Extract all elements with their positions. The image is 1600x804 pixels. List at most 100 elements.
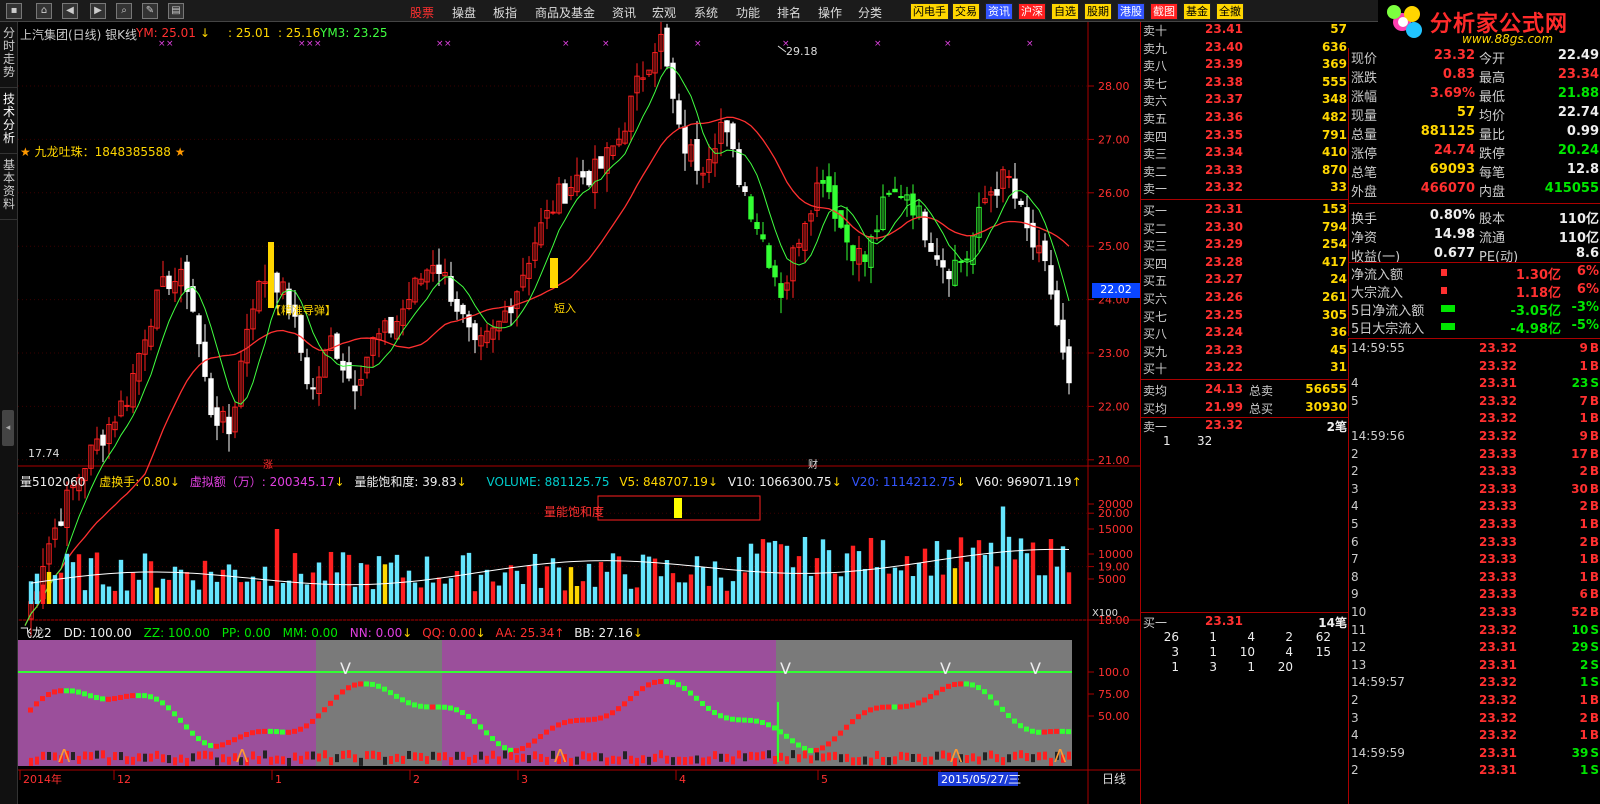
tick-row[interactable]: 8 23.33 1 B (1349, 570, 1600, 588)
collapse-handle[interactable]: ◂ (2, 410, 14, 446)
ask-row[interactable]: 卖一 23.32 33 (1141, 180, 1349, 198)
bid-row[interactable]: 买十 23.22 31 (1141, 360, 1349, 378)
menu-system[interactable]: 系统 (694, 4, 718, 21)
kline-chart-svg[interactable]: 28.0027.0026.0025.0024.0023.0022.0021.00… (18, 20, 1140, 804)
quick-screenshot-button[interactable]: 截图 (1150, 3, 1178, 20)
quick-flash-trade-button[interactable]: 闪电手 (910, 3, 949, 20)
sell1-queue: 1 32 (1141, 434, 1349, 452)
menu-macro[interactable]: 宏观 (652, 4, 676, 21)
tick-row[interactable]: 23.32 1 B (1349, 359, 1600, 377)
tick-row[interactable]: 3 23.32 2 B (1349, 711, 1600, 729)
bid-row[interactable]: 买六 23.26 261 (1141, 290, 1349, 308)
tick-row[interactable]: 12 23.31 29 S (1349, 640, 1600, 658)
volume-bar (346, 554, 352, 604)
indicator-step (394, 693, 399, 699)
tick-row[interactable]: 4 23.33 2 B (1349, 499, 1600, 517)
print-icon[interactable]: ▤ (168, 3, 184, 19)
window-menu-icon[interactable]: ▪ (6, 3, 22, 19)
ask-row[interactable]: 卖十 23.41 57 (1141, 22, 1349, 40)
signal-x-marker: × (944, 39, 952, 49)
ask-row[interactable]: 卖九 23.40 636 (1141, 40, 1349, 58)
menu-operations[interactable]: 操作 (818, 4, 842, 21)
bid-row[interactable]: 买三 23.29 254 (1141, 237, 1349, 255)
search-icon[interactable]: ⌕ (116, 3, 132, 19)
menu-ranking[interactable]: 排名 (777, 4, 801, 21)
tick-row[interactable]: 14:59:57 23.32 1 S (1349, 675, 1600, 693)
quick-fund-button[interactable]: 基金 (1183, 3, 1211, 20)
quick-hk-button[interactable]: 港股 (1117, 3, 1145, 20)
indicator-bottom-bar (125, 756, 129, 765)
bid-row[interactable]: 买一 23.31 153 (1141, 202, 1349, 220)
menu-stocks[interactable]: 股票 (410, 4, 434, 21)
total-label: 总买 (1249, 401, 1274, 416)
volume-bar (250, 576, 256, 604)
quick-watchlist-button[interactable]: 自选 (1051, 3, 1079, 20)
quick-trade-button[interactable]: 交易 (952, 3, 980, 20)
tick-row[interactable]: 14:59:55 23.32 9 B (1349, 341, 1600, 359)
tick-list-panel[interactable]: 14:59:55 23.32 9 B 23.32 1 B 4 23.31 23 S 5 23.32 7 B 2… (1348, 338, 1600, 804)
tick-row[interactable]: 11 23.32 10 S (1349, 623, 1600, 641)
quick-futures-button[interactable]: 股期 (1084, 3, 1112, 20)
info-divider (1349, 203, 1600, 204)
tools-icon[interactable]: ✎ (142, 3, 158, 19)
tab-technical-analysis[interactable]: 技术分析 (0, 90, 18, 154)
menu-trading[interactable]: 操盘 (452, 4, 476, 21)
bid-row[interactable]: 买七 23.25 305 (1141, 308, 1349, 326)
indicator-bottom-bar (251, 751, 255, 760)
tick-row[interactable]: 5 23.33 1 B (1349, 517, 1600, 535)
tab-intraday[interactable]: 分时走势 (0, 24, 18, 88)
tick-row[interactable]: 14:59:59 23.31 39 S (1349, 746, 1600, 764)
menu-functions[interactable]: 功能 (736, 4, 760, 21)
home-icon[interactable]: ⌂ (36, 3, 52, 19)
tick-row[interactable]: 4 23.31 23 S (1349, 376, 1600, 394)
ask-row[interactable]: 卖三 23.34 410 (1141, 145, 1349, 163)
ask-row[interactable]: 卖六 23.37 348 (1141, 92, 1349, 110)
bid-row[interactable]: 买二 23.30 794 (1141, 220, 1349, 238)
ask-row[interactable]: 卖二 23.33 870 (1141, 163, 1349, 181)
ask-row[interactable]: 卖七 23.38 555 (1141, 75, 1349, 93)
indicator-step (748, 717, 753, 723)
candle-body (1066, 346, 1072, 384)
indicator-bottom-bar (425, 756, 429, 765)
tick-row[interactable]: 7 23.33 1 B (1349, 552, 1600, 570)
info-label: 外盘 (1351, 185, 1378, 200)
bid-row[interactable]: 买五 23.27 24 (1141, 272, 1349, 290)
volume-bar (742, 572, 748, 604)
tick-row[interactable]: 2 23.32 1 B (1349, 693, 1600, 711)
quick-shsz-button[interactable]: 沪深 (1018, 3, 1046, 20)
ask-row[interactable]: 卖五 23.36 482 (1141, 110, 1349, 128)
bid-row[interactable]: 买八 23.24 36 (1141, 325, 1349, 343)
tab-fundamentals[interactable]: 基本资料 (0, 156, 18, 220)
tick-row[interactable]: 13 23.31 2 S (1349, 658, 1600, 676)
tick-row[interactable]: 2 23.33 2 B (1349, 464, 1600, 482)
quick-cancel-all-button[interactable]: 全撤 (1216, 3, 1244, 20)
tick-row[interactable]: 6 23.33 2 B (1349, 535, 1600, 553)
menu-sector-index[interactable]: 板指 (493, 4, 517, 21)
tick-row[interactable]: 23.32 1 B (1349, 411, 1600, 429)
menu-news[interactable]: 资讯 (612, 4, 636, 21)
indicator-step (496, 741, 501, 747)
tick-row[interactable]: 9 23.33 6 B (1349, 587, 1600, 605)
tick-row[interactable]: 3 23.33 30 B (1349, 482, 1600, 500)
tick-row[interactable]: 2 23.33 17 B (1349, 447, 1600, 465)
volume-bar (460, 555, 466, 604)
back-icon[interactable]: ◀ (62, 3, 78, 19)
kline-chart-area[interactable]: 28.00 27.00 26.00 25.00 24.00 23.00 22.00 21.00… (18, 20, 1140, 804)
bid-row[interactable]: 买九 23.23 45 (1141, 343, 1349, 361)
menu-categories[interactable]: 分类 (858, 4, 882, 21)
ask-row[interactable]: 卖四 23.35 791 (1141, 128, 1349, 146)
menu-commodities-funds[interactable]: 商品及基金 (535, 4, 595, 21)
tick-row[interactable]: 4 23.32 1 B (1349, 728, 1600, 746)
bid-row[interactable]: 买四 23.28 417 (1141, 255, 1349, 273)
tick-row[interactable]: 10 23.33 52 B (1349, 605, 1600, 623)
tick-row[interactable]: 5 23.32 7 B (1349, 394, 1600, 412)
tick-row[interactable]: 14:59:56 23.32 9 B (1349, 429, 1600, 447)
indicator-bottom-bar (473, 754, 477, 763)
candle-body (820, 180, 826, 184)
ask-row[interactable]: 卖八 23.39 369 (1141, 57, 1349, 75)
tick-row[interactable]: 2 23.31 1 S (1349, 763, 1600, 781)
indicator-step (976, 685, 981, 691)
forward-icon[interactable]: ▶ (90, 3, 106, 19)
quick-news-button[interactable]: 资讯 (985, 3, 1013, 20)
tick-price: 23.32 (1479, 710, 1517, 725)
